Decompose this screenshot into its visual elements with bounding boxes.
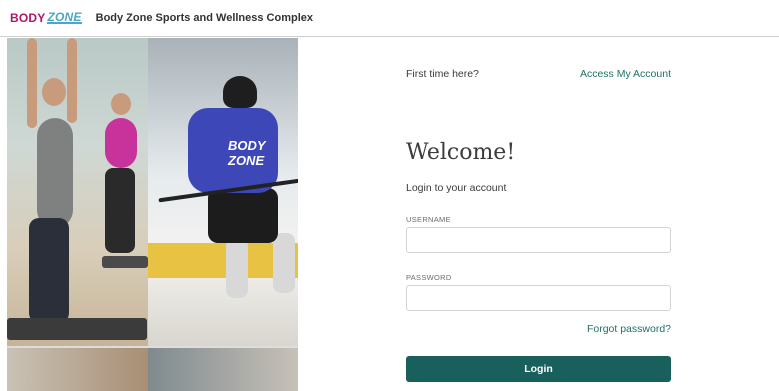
password-label: PASSWORD: [406, 273, 452, 282]
username-input[interactable]: [406, 227, 671, 253]
spin-class-photo: [148, 348, 298, 391]
access-my-account-link[interactable]: Access My Account: [580, 68, 671, 80]
login-panel: First time here? Access My Account Welco…: [406, 0, 671, 391]
login-button[interactable]: Login: [406, 356, 671, 382]
photo-collage: BODY ZONE: [7, 38, 298, 391]
hockey-player-photo: BODY ZONE: [148, 38, 298, 346]
gym-photo: [7, 348, 148, 391]
app-title: Body Zone Sports and Wellness Complex: [95, 12, 314, 24]
password-input[interactable]: [406, 285, 671, 311]
username-label: USERNAME: [406, 215, 451, 224]
logo-body-text: BODY: [10, 11, 46, 25]
welcome-heading: Welcome!: [406, 140, 516, 165]
first-time-row: First time here? Access My Account: [406, 68, 671, 80]
login-subtitle: Login to your account: [406, 182, 507, 194]
body-zone-logo[interactable]: BODY ZONE: [10, 11, 82, 25]
jersey-logo-text: BODY ZONE: [228, 138, 266, 168]
forgot-password-link[interactable]: Forgot password?: [587, 323, 671, 335]
fitness-class-photo: [7, 38, 148, 346]
first-time-text: First time here?: [406, 68, 479, 80]
logo-zone-text: ZONE: [47, 10, 82, 24]
